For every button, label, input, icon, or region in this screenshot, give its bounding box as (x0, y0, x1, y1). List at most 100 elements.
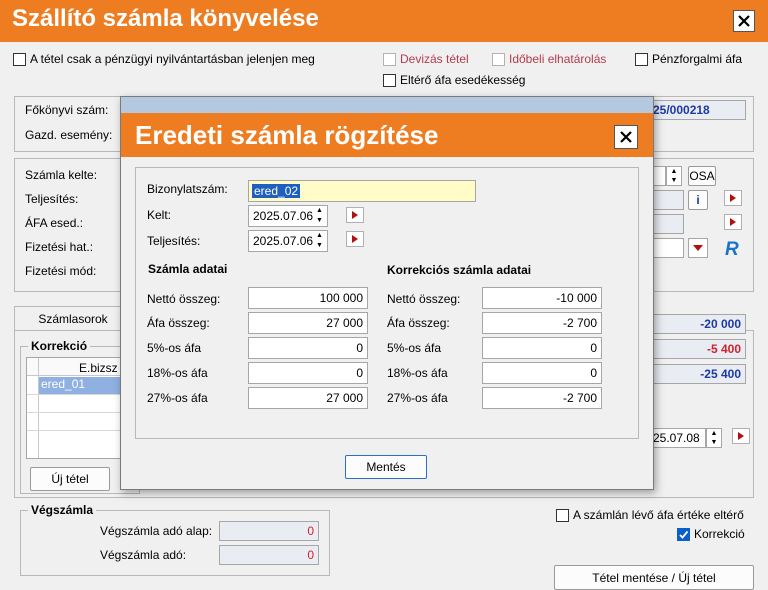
final-tax-base-label: Végszámla adó alap: (100, 524, 213, 538)
fulfillment-arrow-button[interactable] (346, 231, 364, 247)
dialog-content-panel: Bizonylatszám: ered_02 Kelt: 2025.07.06 … (135, 167, 639, 439)
invoice-vat18-input[interactable]: 0 (248, 362, 368, 384)
check-icon (679, 531, 689, 540)
tab-invoice-lines[interactable]: Számlasorok (14, 306, 132, 330)
save-button[interactable]: Mentés (345, 455, 427, 479)
original-invoice-dialog: Eredeti számla rögzítése Bizonylatszám: … (120, 96, 654, 490)
spin-down-icon[interactable]: ▼ (312, 216, 327, 226)
dialog-close-button[interactable] (614, 125, 638, 149)
correction-group-label: Korrekció (28, 339, 91, 353)
correction-vat-label: Áfa összeg: (387, 316, 450, 330)
spin-up-icon[interactable]: ▲ (707, 429, 721, 438)
correction-option[interactable]: Korrekció (677, 527, 745, 542)
correction-net-label: Nettó összeg: (387, 292, 461, 306)
invoice-section-heading: Számla adatai (148, 262, 228, 276)
vat-differs-checkbox[interactable] (556, 509, 569, 523)
payment-method-label: Fizetési mód: (25, 264, 97, 278)
correction-vat5-label: 5%-os áfa (387, 341, 442, 355)
only-financial-option[interactable]: A tétel csak a pénzügyi nyilvántartásban… (13, 52, 315, 67)
vat-due-arrow-button[interactable] (724, 214, 742, 230)
economic-event-label: Gazd. esemény: (25, 128, 113, 142)
new-item-button[interactable]: Új tétel (30, 467, 110, 491)
summary-gross-field: -25 400 (648, 364, 746, 384)
cash-vat-checkbox[interactable] (635, 53, 648, 67)
window-title: Szállító számla könyvelése (12, 5, 319, 32)
payment-due-dropdown[interactable] (688, 238, 708, 258)
date-spinner[interactable]: ▲ ▼ (312, 206, 327, 226)
grid-line (27, 394, 125, 395)
invoice-vat5-label: 5%-os áfa (147, 341, 202, 355)
dialog-titlebar: Eredeti számla rögzítése (121, 113, 653, 157)
ledger-number-field[interactable]: 25/000218 (648, 100, 746, 120)
lines-date-arrow-button[interactable] (732, 428, 750, 444)
deferral-option[interactable]: Időbeli elhatárolás (492, 52, 606, 67)
invoice-vat27-input[interactable]: 27 000 (248, 387, 368, 409)
spin-down-icon[interactable]: ▼ (667, 176, 681, 185)
final-tax-base-field: 0 (219, 521, 319, 541)
table-row[interactable]: ered_01 (39, 377, 125, 394)
invoice-vat27-label: 27%-os áfa (147, 391, 208, 405)
save-new-item-button[interactable]: Tétel mentése / Új tétel (554, 565, 754, 590)
dialog-title: Eredeti számla rögzítése (135, 120, 439, 150)
cash-vat-option[interactable]: Pénzforgalmi áfa (635, 52, 742, 67)
osa-button[interactable]: OSA (688, 166, 716, 186)
invoice-date-label: Számla kelte: (25, 168, 98, 182)
payment-due-label: Fizetési hat.: (25, 240, 94, 254)
foreign-currency-checkbox[interactable] (383, 53, 396, 67)
grid-line (27, 430, 125, 431)
different-vat-due-option[interactable]: Eltérő áfa esedékesség (383, 73, 525, 88)
arrow-right-icon (730, 194, 736, 202)
spin-up-icon[interactable]: ▲ (667, 167, 681, 176)
window-titlebar: Szállító számla könyvelése (0, 0, 768, 42)
grid-line (27, 412, 125, 413)
svg-text:R: R (725, 239, 739, 259)
chevron-down-icon (693, 245, 703, 251)
final-tax-label: Végszámla adó: (100, 548, 187, 562)
lines-date-spinner[interactable]: ▲ ▼ (706, 428, 722, 448)
grid-header: E.bizsz (27, 358, 125, 458)
foreign-currency-option[interactable]: Devizás tétel (383, 52, 469, 67)
grid-column-header: E.bizsz (79, 361, 118, 375)
vat-differs-option[interactable]: A számlán lévő áfa értéke eltérő (556, 508, 744, 523)
invoice-vat-input[interactable]: 27 000 (248, 312, 368, 334)
date-label: Kelt: (147, 208, 172, 222)
correction-checkbox[interactable] (677, 528, 690, 542)
correction-vat18-input[interactable]: 0 (482, 362, 602, 384)
spin-up-icon[interactable]: ▲ (312, 231, 327, 241)
fulfillment-spinner[interactable]: ▲ ▼ (312, 231, 327, 251)
close-icon (738, 15, 750, 27)
spin-down-icon[interactable]: ▼ (707, 438, 721, 447)
invoice-net-input[interactable]: 100 000 (248, 287, 368, 309)
correction-vat-input[interactable]: -2 700 (482, 312, 602, 334)
final-invoice-label: Végszámla (28, 503, 97, 517)
deferral-checkbox[interactable] (492, 53, 505, 67)
correction-net-input[interactable]: -10 000 (482, 287, 602, 309)
correction-vat27-label: 27%-os áfa (387, 391, 448, 405)
date-arrow-button[interactable] (346, 207, 364, 223)
r-logo-icon[interactable]: R (722, 237, 744, 259)
window-close-button[interactable] (733, 10, 755, 32)
spin-down-icon[interactable]: ▼ (312, 241, 327, 251)
doc-number-input[interactable]: ered_02 (248, 180, 476, 202)
doc-number-label: Bizonylatszám: (147, 182, 228, 196)
invoice-date-spinner[interactable]: ▲ ▼ (666, 166, 682, 186)
summary-vat-field: -5 400 (648, 339, 746, 359)
invoice-vat-label: Áfa összeg: (147, 316, 210, 330)
correction-grid[interactable]: E.bizsz ered_01 (26, 357, 126, 459)
invoice-vat5-input[interactable]: 0 (248, 337, 368, 359)
correction-vat5-input[interactable]: 0 (482, 337, 602, 359)
arrow-right-icon (352, 235, 358, 243)
fulfillment-label: Teljesítés: (25, 192, 79, 206)
fulfillment-arrow-button[interactable] (724, 190, 742, 206)
arrow-right-icon (730, 218, 736, 226)
different-vat-due-checkbox[interactable] (383, 74, 396, 88)
arrow-right-icon (738, 432, 744, 440)
vat-due-label: ÁFA esed.: (25, 216, 84, 230)
lines-date-field[interactable]: 25.07.08 (648, 428, 706, 448)
fulfillment-label: Teljesítés: (147, 234, 201, 248)
correction-vat27-input[interactable]: -2 700 (482, 387, 602, 409)
only-financial-checkbox[interactable] (13, 53, 26, 67)
final-invoice-group (20, 510, 330, 576)
info-button[interactable]: i (688, 190, 708, 210)
spin-up-icon[interactable]: ▲ (312, 206, 327, 216)
